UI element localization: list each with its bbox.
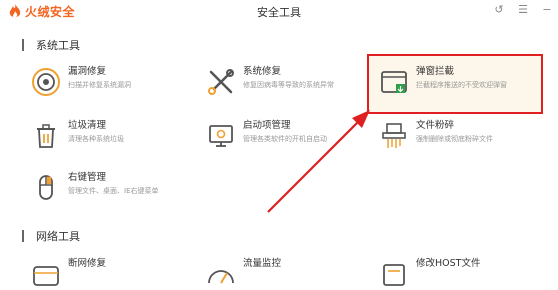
annotation-arrow	[267, 110, 370, 213]
